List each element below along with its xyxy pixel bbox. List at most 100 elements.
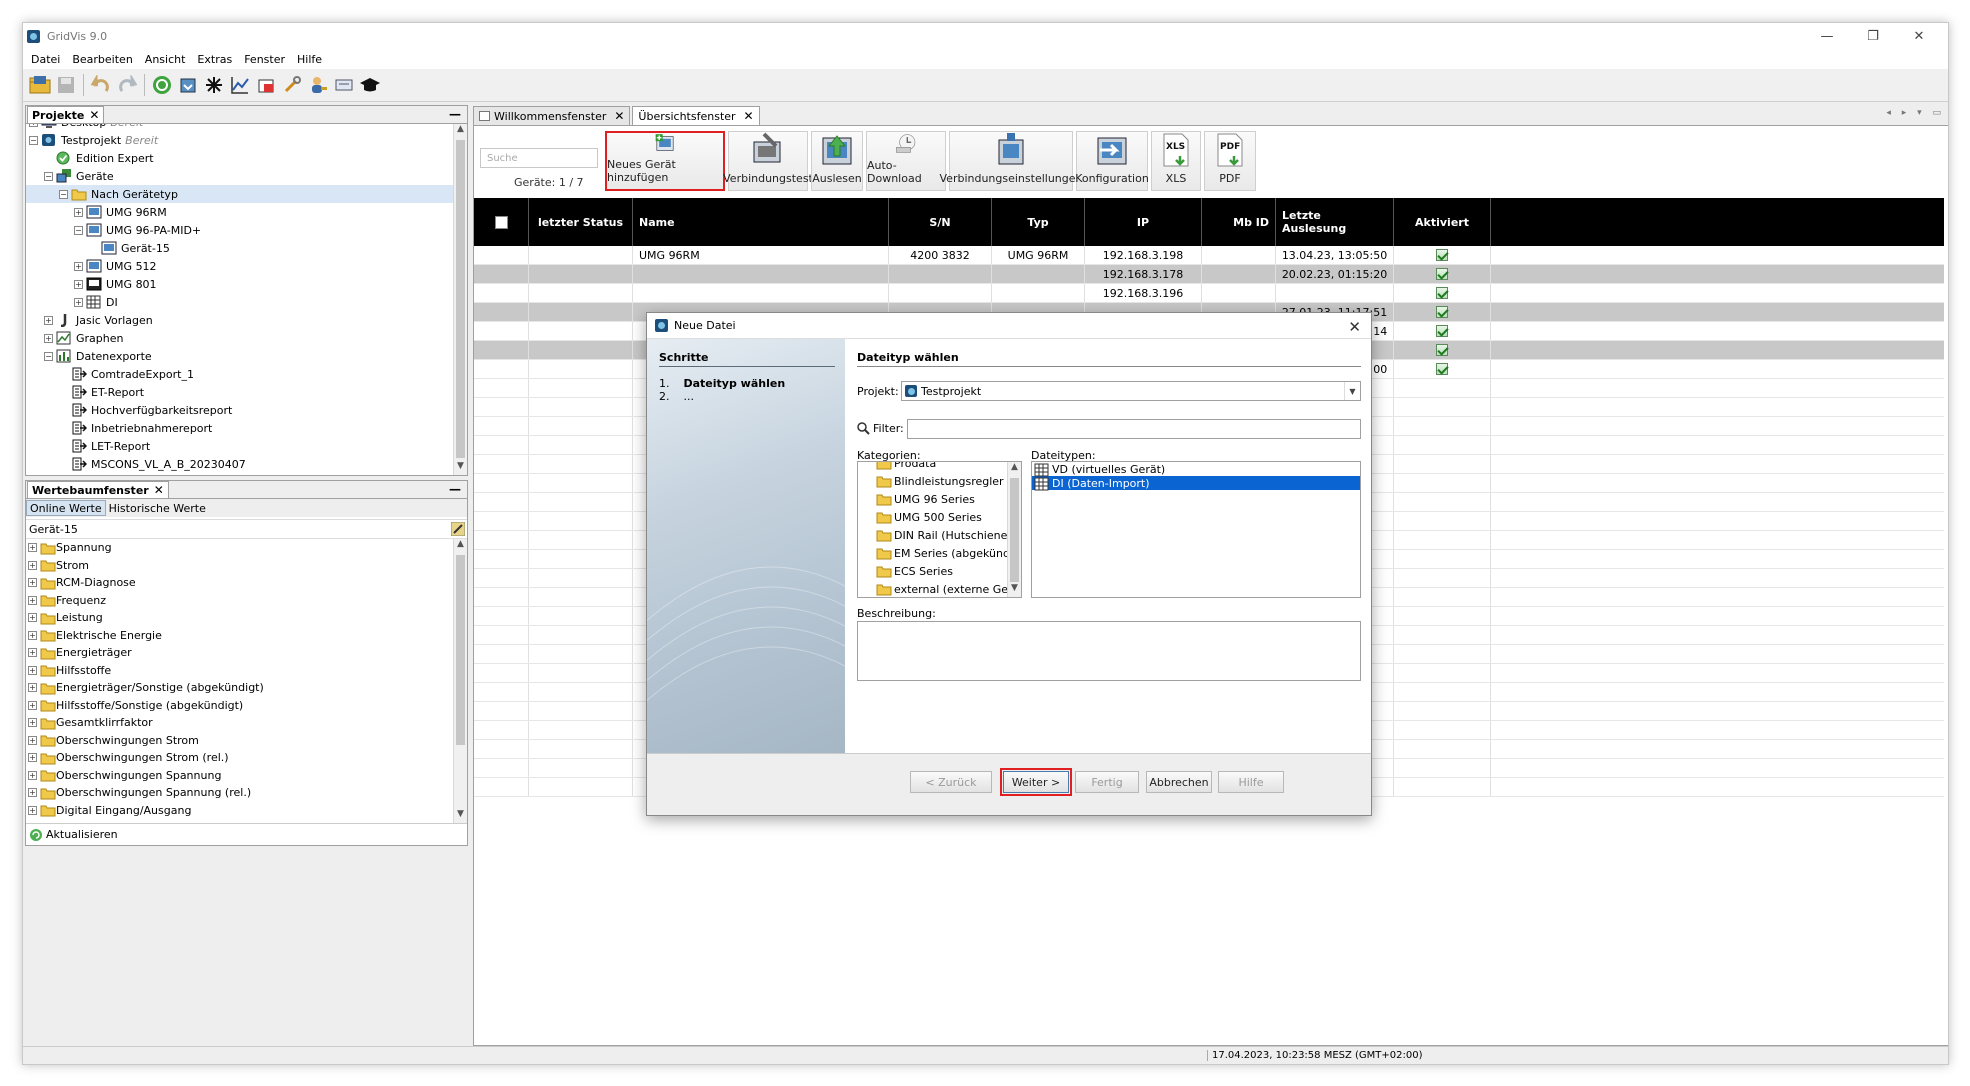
expand-icon[interactable]: + (44, 333, 53, 343)
col-last-readout[interactable]: Letzte Auslesung (1276, 198, 1394, 246)
expand-icon[interactable]: + (28, 648, 37, 658)
refresh-button[interactable]: Aktualisieren (26, 823, 467, 845)
collapse-icon[interactable]: − (59, 189, 68, 199)
cell-select[interactable] (474, 246, 529, 264)
cell-select[interactable] (474, 303, 529, 321)
value-tree-item[interactable]: + Energieträger/Sonstige (abgekündigt) (26, 679, 453, 697)
tree-item[interactable]: Inbetriebnahmereport (26, 419, 453, 437)
tree-item[interactable]: − UMG 96-PA-MID+ (26, 221, 453, 239)
collapse-icon[interactable]: − (44, 171, 53, 181)
add-device-button[interactable]: Neues Gerät hinzufügen (605, 131, 725, 191)
cell-activated[interactable] (1394, 341, 1491, 359)
tree-item[interactable]: − Testprojekt Bereit (26, 131, 453, 149)
category-item[interactable]: UMG 96 Series (858, 490, 1007, 508)
collapse-icon[interactable]: − (44, 351, 53, 361)
configuration-button[interactable]: Konfiguration (1075, 131, 1149, 191)
expand-icon[interactable]: + (28, 788, 37, 798)
monitor-button[interactable] (331, 73, 356, 98)
device-import-button[interactable] (175, 73, 200, 98)
xls-export-button[interactable]: XLS XLS (1151, 131, 1201, 191)
expand-icon[interactable]: + (28, 595, 37, 605)
tab-historical-values[interactable]: Historische Werte (106, 500, 209, 516)
expand-icon[interactable]: + (29, 124, 38, 127)
connection-test-button[interactable]: Verbindungstest (723, 131, 813, 191)
collapse-icon[interactable]: − (29, 135, 38, 145)
expand-icon[interactable]: + (28, 613, 37, 623)
col-ip[interactable]: IP (1085, 198, 1202, 246)
export-button[interactable] (253, 73, 278, 98)
menu-datei[interactable]: Datei (25, 53, 66, 66)
academy-button[interactable] (357, 73, 382, 98)
value-tree-item[interactable]: + Oberschwingungen Spannung (rel.) (26, 784, 453, 802)
value-tree-item[interactable]: + RCM-Diagnose (26, 574, 453, 592)
project-select[interactable]: Testprojekt ▼ (901, 381, 1361, 401)
value-tree-item[interactable]: + Oberschwingungen Strom (26, 732, 453, 750)
activated-checkbox[interactable] (1436, 344, 1448, 356)
tab-navigation[interactable]: ◂ ▸ ▾ ▭ (1886, 108, 1945, 118)
scroll-up-icon[interactable]: ▲ (1008, 462, 1021, 476)
restore-button[interactable]: ❐ (1850, 23, 1896, 49)
values-tree-tab[interactable]: Wertebaumfenster ✕ (27, 481, 169, 498)
table-row[interactable]: 192.168.3.196 (474, 284, 1944, 303)
graph-button[interactable] (227, 73, 252, 98)
col-mb-id[interactable]: Mb ID (1202, 198, 1276, 246)
online-button[interactable] (149, 73, 174, 98)
file-type-item[interactable]: VD (virtuelles Gerät) (1032, 462, 1360, 477)
open-project-button[interactable] (27, 73, 52, 98)
scroll-down-icon[interactable]: ▼ (454, 461, 467, 475)
device-search-input[interactable]: Suche (480, 148, 598, 168)
minimize-button[interactable]: — (1804, 23, 1850, 49)
category-item[interactable]: Blindleistungsregler (858, 472, 1007, 490)
value-tree-item[interactable]: + Elektrische Energie (26, 627, 453, 645)
file-type-item[interactable]: DI (Daten-Import) (1032, 476, 1360, 491)
value-tree-item[interactable]: + Energieträger (26, 644, 453, 662)
close-tab-icon[interactable]: ✕ (614, 109, 624, 123)
col-serial[interactable]: S/N (889, 198, 992, 246)
activated-checkbox[interactable] (1436, 268, 1448, 280)
activated-checkbox[interactable] (1436, 249, 1448, 261)
select-all-checkbox[interactable] (494, 215, 508, 229)
category-item[interactable]: ECS Series (858, 562, 1007, 580)
user-management-button[interactable] (305, 73, 330, 98)
tree-item[interactable]: + Jasic Vorlagen (26, 311, 453, 329)
filter-input[interactable] (907, 419, 1361, 439)
value-tree-item[interactable]: + Hilfsstoffe (26, 662, 453, 680)
read-out-button[interactable]: Auslesen (811, 131, 863, 191)
value-tree-item[interactable]: + Oberschwingungen Spannung (26, 767, 453, 785)
cell-select[interactable] (474, 341, 529, 359)
tree-item[interactable]: + UMG 96RM (26, 203, 453, 221)
undo-button[interactable] (88, 73, 113, 98)
tree-item[interactable]: + Desktop Bereit (26, 124, 453, 131)
scroll-down-icon[interactable]: ▼ (1008, 583, 1021, 597)
close-tab-icon[interactable]: ✕ (89, 108, 99, 122)
expand-icon[interactable]: + (28, 665, 37, 675)
category-item[interactable]: DIN Rail (Hutschiene) (858, 526, 1012, 544)
value-tree-item[interactable]: + Gesamtklirrfaktor (26, 714, 453, 732)
tree-item[interactable]: − Geräte (26, 167, 453, 185)
tree-item[interactable]: Edition Expert (26, 149, 453, 167)
device-picker-icon[interactable] (451, 522, 465, 536)
expand-icon[interactable]: + (28, 630, 37, 640)
menu-bearbeiten[interactable]: Bearbeiten (66, 53, 138, 66)
categories-list[interactable]: Prodata Blindleistungsregler UMG 96 Series… (857, 461, 1022, 598)
expand-icon[interactable]: + (74, 261, 83, 271)
cell-select[interactable] (474, 360, 529, 378)
chevron-down-icon[interactable]: ▼ (1344, 382, 1360, 400)
tree-item[interactable]: Messwerte-Report (26, 473, 453, 475)
file-types-list[interactable]: VD (virtuelles Gerät) DI (Daten-Import) (1031, 461, 1361, 598)
value-tree-item[interactable]: + Frequenz (26, 592, 453, 610)
table-row[interactable]: UMG 96RM 4200 3832 UMG 96RM 192.168.3.198 13… (474, 246, 1944, 265)
categories-scrollbar[interactable]: ▲ ▼ (1007, 462, 1021, 597)
category-item[interactable]: Prodata (858, 462, 1007, 472)
values-tree-scrollbar[interactable]: ▲ ▼ (453, 539, 467, 823)
tab-welcome[interactable]: Willkommensfenster ✕ (473, 106, 631, 125)
scroll-down-icon[interactable]: ▼ (454, 809, 467, 823)
tree-item[interactable]: + Graphen (26, 329, 453, 347)
project-tree-scrollbar[interactable]: ▲ ▼ (453, 124, 467, 475)
expand-icon[interactable]: + (28, 718, 37, 728)
cancel-button[interactable]: Abbrechen (1146, 771, 1212, 793)
cell-select[interactable] (474, 265, 529, 283)
pdf-export-button[interactable]: PDF PDF (1204, 131, 1256, 191)
tools-button[interactable] (279, 73, 304, 98)
scroll-up-icon[interactable]: ▲ (454, 539, 467, 553)
